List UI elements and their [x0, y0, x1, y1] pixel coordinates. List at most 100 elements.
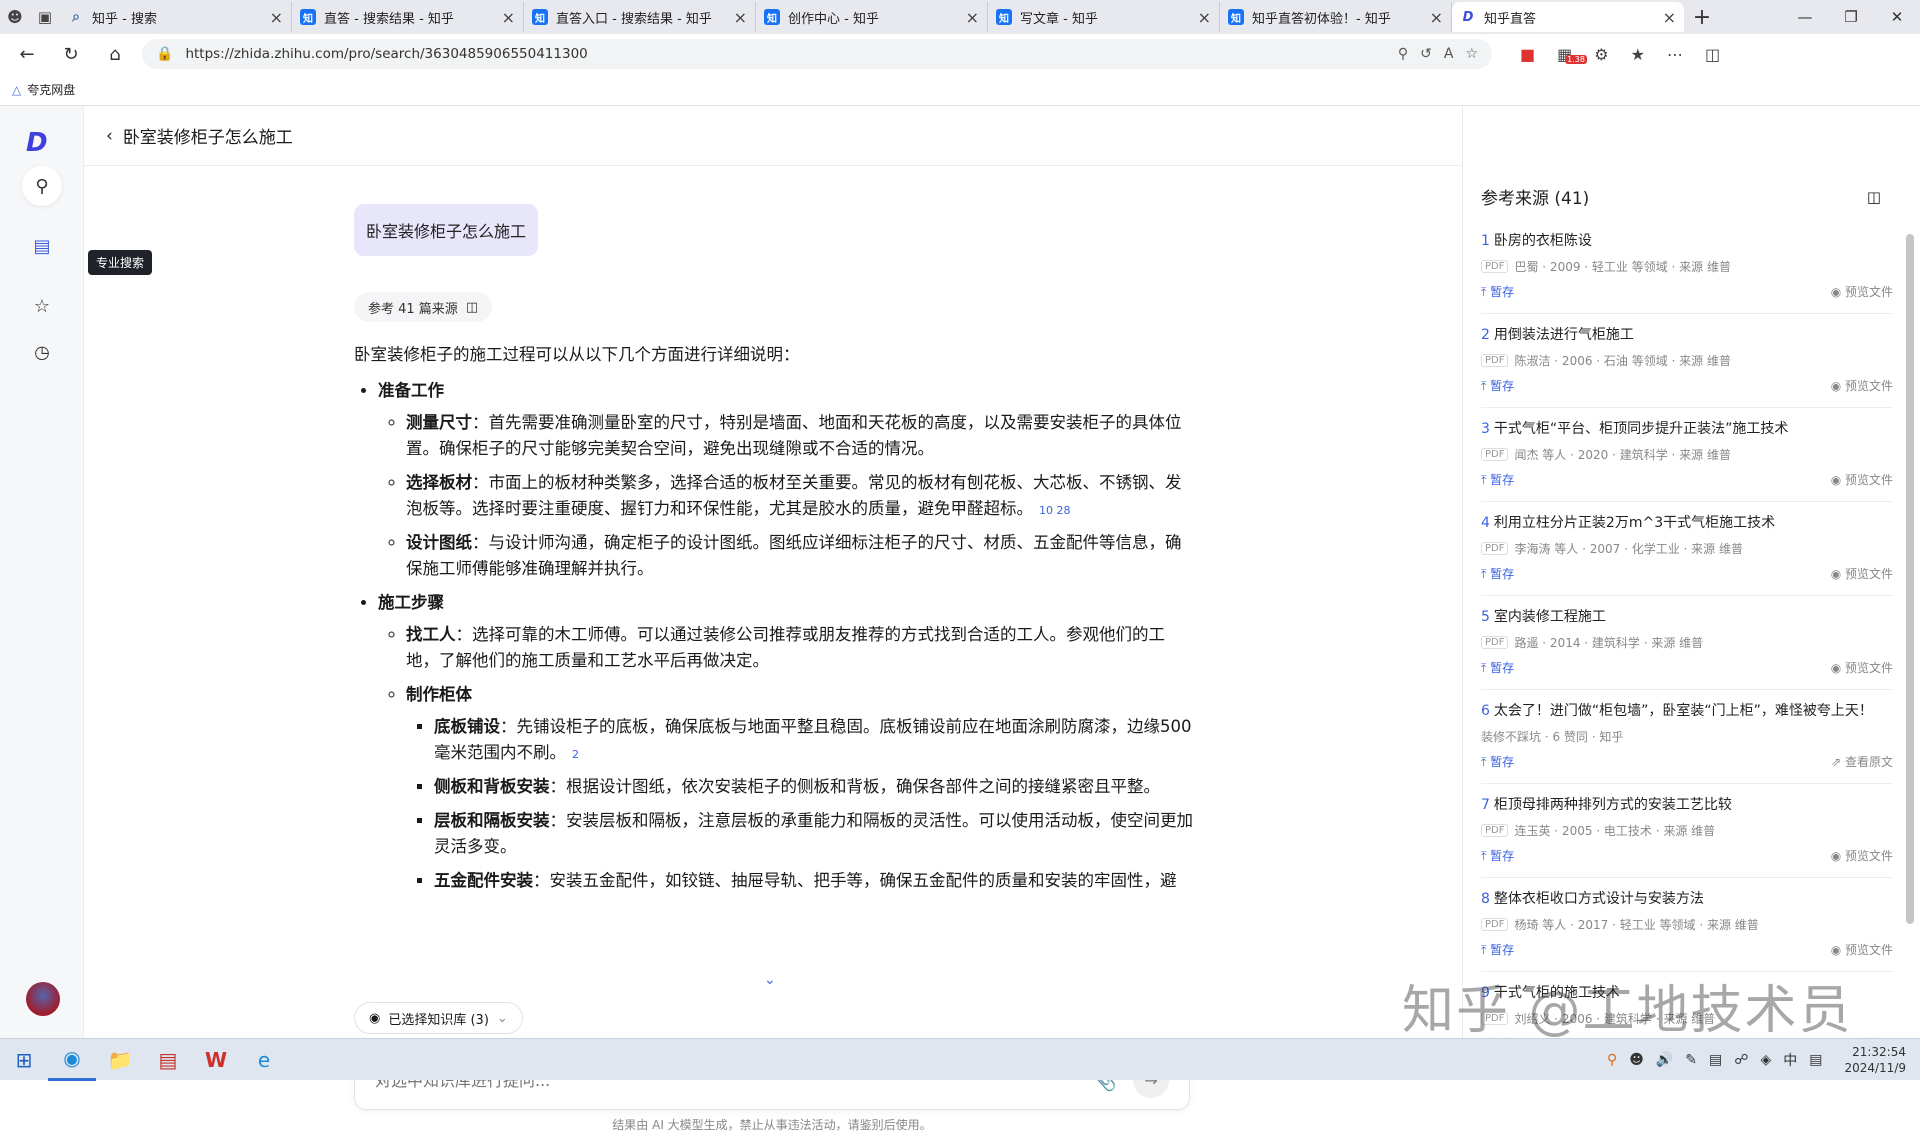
zhida-logo-icon[interactable]: D: [26, 128, 48, 158]
preview-button[interactable]: ◉ 预览文件: [1831, 471, 1893, 488]
pdf-reader-icon[interactable]: ▤: [144, 1039, 192, 1081]
network-icon[interactable]: ▤: [1709, 1052, 1722, 1068]
profile-icon[interactable]: ☻: [0, 2, 30, 32]
edge-icon[interactable]: ◉: [48, 1039, 96, 1081]
citation[interactable]: 2: [572, 748, 579, 761]
browser-tab[interactable]: 知知乎直答初体验！- 知乎 ×: [1220, 2, 1452, 32]
reference-item[interactable]: 3 干式气柜“平台、柜顶同步提升正装法”施工技术 PDF 闻杰 等人 · 2020 ·…: [1481, 408, 1893, 502]
zoom-icon[interactable]: ⚲: [1398, 46, 1408, 62]
tab-title: 直答 - 搜索结果 - 知乎: [324, 11, 454, 27]
tab-close-icon[interactable]: ×: [270, 8, 283, 27]
preview-button[interactable]: ◉ 预览文件: [1831, 283, 1893, 300]
tab-close-icon[interactable]: ×: [502, 8, 515, 27]
pause-button[interactable]: ⤒ 暂存: [1481, 753, 1514, 770]
preview-button[interactable]: ◉ 预览文件: [1831, 565, 1893, 582]
browser-tab[interactable]: ⌕ 知乎 - 搜索 ×: [60, 2, 292, 32]
pause-button[interactable]: ⤒ 暂存: [1481, 565, 1514, 582]
notification-icon[interactable]: ▤: [1809, 1052, 1822, 1068]
restore-icon[interactable]: ❐: [1828, 8, 1874, 26]
browser-tab[interactable]: 知直答入口 - 搜索结果 - 知乎 ×: [524, 2, 756, 32]
favorites-icon[interactable]: ★: [1631, 45, 1645, 64]
minimize-icon[interactable]: —: [1782, 8, 1828, 26]
browser-tab[interactable]: 知写文章 - 知乎 ×: [988, 2, 1220, 32]
more-menu-icon[interactable]: ⋯: [1667, 45, 1683, 64]
preview-button[interactable]: ◉ 预览文件: [1831, 659, 1893, 676]
reference-title[interactable]: 8 整体衣柜收口方式设计与安装方法: [1481, 888, 1893, 908]
expand-chevron-icon[interactable]: ⌄: [764, 972, 776, 988]
pause-button[interactable]: ⤒ 暂存: [1481, 941, 1514, 958]
reference-title[interactable]: 6 太会了！进门做“柜包墙”，卧室装“门上柜”，难怪被夸上天！: [1481, 700, 1893, 720]
reference-item[interactable]: 1 卧房的衣柜陈设 PDF 巴蜀 · 2009 · 轻工业 等领域 · 来源 维普 ⤒ …: [1481, 220, 1893, 314]
citation[interactable]: 10 28: [1039, 504, 1071, 517]
knowledge-base-selector[interactable]: ◉ 已选择知识库 (3) ⌄: [354, 1002, 523, 1034]
avatar[interactable]: [26, 982, 60, 1016]
tab-close-icon[interactable]: ×: [734, 8, 747, 27]
preview-button[interactable]: ◉ 预览文件: [1831, 847, 1893, 864]
preview-button[interactable]: ◉ 预览文件: [1831, 941, 1893, 958]
tab-close-icon[interactable]: ×: [966, 8, 979, 27]
reference-number: 5: [1481, 609, 1490, 625]
sources-pill[interactable]: 参考 41 篇来源 ◫: [354, 292, 493, 322]
pen-icon[interactable]: ✎: [1685, 1052, 1697, 1068]
browser-tab[interactable]: 知直答 - 搜索结果 - 知乎 ×: [292, 2, 524, 32]
close-window-icon[interactable]: ✕: [1874, 8, 1920, 26]
search-icon[interactable]: ⚲: [22, 166, 62, 206]
pro-search-icon[interactable]: ▤: [22, 226, 62, 266]
tab-close-icon[interactable]: ×: [1198, 8, 1211, 27]
extension-badge-icon[interactable]: ▦ 1.38: [1557, 45, 1587, 64]
zhihu-favicon-icon: 知: [996, 9, 1012, 25]
pause-button[interactable]: ⤒ 暂存: [1481, 659, 1514, 676]
reference-title[interactable]: 2 用倒装法进行气柜施工: [1481, 324, 1893, 344]
ie-icon[interactable]: e: [240, 1039, 288, 1081]
preview-button[interactable]: ⇗ 查看原文: [1831, 753, 1893, 770]
refresh-icon[interactable]: ↻: [54, 38, 88, 70]
back-icon[interactable]: ←: [10, 38, 44, 70]
pause-button[interactable]: ⤒ 暂存: [1481, 283, 1514, 300]
people-icon[interactable]: ☻: [1629, 1052, 1644, 1068]
tab-close-icon[interactable]: ×: [1663, 8, 1676, 27]
pause-button[interactable]: ⤒ 暂存: [1481, 847, 1514, 864]
scrollbar[interactable]: [1906, 234, 1914, 924]
browser-tab[interactable]: 知创作中心 - 知乎 ×: [756, 2, 988, 32]
back-chevron-icon[interactable]: ‹: [106, 126, 113, 146]
input-method-icon[interactable]: 中: [1783, 1050, 1797, 1070]
browser-tab[interactable]: D 知乎直答 ×: [1452, 2, 1684, 32]
home-icon[interactable]: ⌂: [98, 38, 132, 70]
extensions-icon[interactable]: ⚙: [1594, 45, 1608, 64]
start-icon[interactable]: ⊞: [0, 1039, 48, 1081]
tab-actions-icon[interactable]: ▣: [30, 2, 60, 32]
favorites-star-icon[interactable]: ☆: [22, 286, 62, 326]
history-icon[interactable]: ◷: [22, 332, 62, 372]
new-tab-button[interactable]: +: [1684, 5, 1720, 30]
shield-icon[interactable]: ◈: [1760, 1052, 1771, 1068]
url-bar[interactable]: 🔒 https://zhida.zhihu.com/pro/search/363…: [142, 39, 1492, 69]
file-explorer-icon[interactable]: 📁: [96, 1039, 144, 1081]
reference-item[interactable]: 5 室内装修工程施工 PDF 路遥 · 2014 · 建筑科学 · 来源 维普 ⤒ 暂存…: [1481, 596, 1893, 690]
read-aloud-icon[interactable]: A: [1444, 46, 1454, 62]
wps-icon[interactable]: W: [192, 1039, 240, 1081]
reference-title[interactable]: 7 柜顶母排两种排列方式的安装工艺比较: [1481, 794, 1893, 814]
reference-title[interactable]: 3 干式气柜“平台、柜顶同步提升正装法”施工技术: [1481, 418, 1893, 438]
reference-item[interactable]: 8 整体衣柜收口方式设计与安装方法 PDF 杨琦 等人 · 2017 · 轻工业 等领…: [1481, 878, 1893, 972]
extension-red-icon[interactable]: ■: [1520, 45, 1535, 64]
reference-title[interactable]: 5 室内装修工程施工: [1481, 606, 1893, 626]
pause-button[interactable]: ⤒ 暂存: [1481, 377, 1514, 394]
clock[interactable]: 21:32:54 2024/11/9: [1844, 1044, 1906, 1076]
translate-icon[interactable]: ↺: [1420, 46, 1432, 62]
collapse-panel-icon[interactable]: ◫: [1867, 188, 1881, 206]
tab-close-icon[interactable]: ×: [1430, 8, 1443, 27]
reference-item[interactable]: 4 利用立柱分片正装2万m^3干式气柜施工技术 PDF 李海涛 等人 · 2007 ·…: [1481, 502, 1893, 596]
preview-button[interactable]: ◉ 预览文件: [1831, 377, 1893, 394]
search-tray-icon[interactable]: ⚲: [1607, 1052, 1617, 1068]
pause-button[interactable]: ⤒ 暂存: [1481, 471, 1514, 488]
reference-item[interactable]: 7 柜顶母排两种排列方式的安装工艺比较 PDF 连玉英 · 2005 · 电工技术 ·…: [1481, 784, 1893, 878]
bookmark-item[interactable]: 夸克网盘: [27, 81, 75, 98]
reference-title[interactable]: 1 卧房的衣柜陈设: [1481, 230, 1893, 250]
favorite-star-icon[interactable]: ☆: [1465, 46, 1478, 62]
reference-item[interactable]: 6 太会了！进门做“柜包墙”，卧室装“门上柜”，难怪被夸上天！ 装修不踩坑 · 6 …: [1481, 690, 1893, 784]
reference-title[interactable]: 4 利用立柱分片正装2万m^3干式气柜施工技术: [1481, 512, 1893, 532]
sidebar-toggle-icon[interactable]: ◫: [1705, 45, 1720, 64]
security-icon[interactable]: ☍: [1734, 1052, 1748, 1068]
volume-icon[interactable]: 🔊: [1656, 1052, 1673, 1068]
reference-item[interactable]: 2 用倒装法进行气柜施工 PDF 陈淑洁 · 2006 · 石油 等领域 · 来源 维…: [1481, 314, 1893, 408]
